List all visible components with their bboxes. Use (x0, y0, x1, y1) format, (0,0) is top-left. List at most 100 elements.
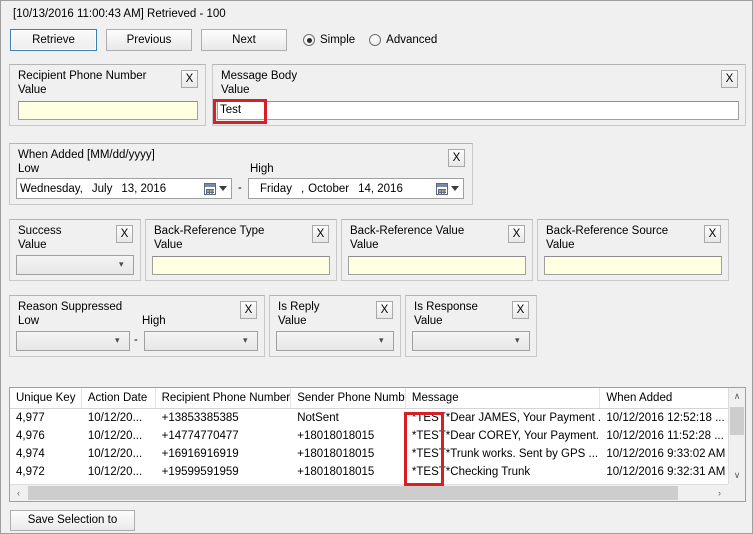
recipient-phone-input[interactable] (18, 101, 198, 120)
cell-sender-phone: +18018018015 (297, 430, 375, 442)
table-row[interactable]: 4,972 10/12/20... +19599591959 +18018018… (10, 463, 728, 481)
filter-reason-suppressed: Reason Suppressed Low High X ▾ - ▾ (9, 295, 265, 357)
clear-filter-button[interactable]: X (448, 149, 465, 167)
cell-unique-key: 4,974 (16, 448, 45, 460)
column-header-recipient-phone[interactable]: Recipient Phone Number (156, 388, 292, 408)
filter-sub-label: Value (350, 239, 379, 251)
cell-unique-key: 4,977 (16, 412, 45, 424)
radio-advanced[interactable]: Advanced (369, 34, 437, 46)
low-day-year: 13, 2016 (121, 182, 167, 195)
message-text: Trunk works. Sent by GPS ... (450, 448, 599, 460)
table-row[interactable]: 4,974 10/12/20... +16916916919 +18018018… (10, 445, 728, 463)
cell-when-added: 10/12/2016 11:52:28 ... (606, 430, 724, 442)
cell-action-date: 10/12/20... (87, 448, 143, 460)
cell-message: *TEST* Dear JAMES, Your Payment ... (406, 409, 600, 427)
chevron-down-icon: ▾ (119, 259, 124, 269)
filter-sub-label: Value (278, 315, 307, 327)
filter-sub-label: Value (546, 239, 575, 251)
success-dropdown[interactable]: ▾ (16, 255, 134, 275)
low-month: July (91, 182, 113, 195)
high-label: High (250, 163, 274, 175)
is-reply-dropdown[interactable]: ▾ (276, 331, 394, 351)
cell-when-added: 10/12/2016 9:33:02 AM (606, 448, 726, 460)
scroll-up-icon[interactable]: ∧ (729, 388, 745, 405)
save-selection-to-csv-button[interactable]: Save Selection to CSV (10, 510, 135, 531)
message-body-input[interactable]: Test (217, 101, 739, 120)
toolbar: Retrieve Previous Next Simple Advanced (10, 29, 451, 51)
chevron-down-icon: ▾ (379, 335, 384, 345)
back-reference-value-input[interactable] (348, 256, 526, 275)
radio-unselected-icon (369, 34, 382, 46)
reason-suppressed-high-dropdown[interactable]: ▾ (144, 331, 258, 351)
message-test-tag: *TEST* (411, 448, 451, 460)
clear-filter-button[interactable]: X (181, 70, 198, 88)
clear-filter-button[interactable]: X (508, 225, 525, 243)
message-text: Dear COREY, Your Payment.. (450, 430, 601, 442)
cell-action-date: 10/12/20... (87, 466, 143, 478)
datepicker-icons[interactable] (436, 182, 463, 195)
cell-recipient-phone: +19599591959 (161, 466, 239, 478)
clear-filter-button[interactable]: X (240, 301, 257, 319)
column-header-sender-phone[interactable]: Sender Phone Number (291, 388, 406, 408)
results-grid: Unique Key Action Date Recipient Phone N… (9, 387, 746, 502)
is-response-dropdown[interactable]: ▾ (412, 331, 530, 351)
filter-message-body: Message Body Value X Test (212, 64, 746, 126)
reason-suppressed-low-dropdown[interactable]: ▾ (16, 331, 130, 351)
retrieve-button[interactable]: Retrieve (10, 29, 97, 51)
scroll-down-icon[interactable]: ∨ (729, 467, 745, 484)
radio-advanced-label: Advanced (386, 34, 438, 46)
filter-title: Recipient Phone Number (18, 70, 147, 82)
scroll-right-icon[interactable]: › (711, 485, 728, 501)
chevron-down-icon: ▾ (115, 335, 120, 345)
vertical-scrollbar-thumb[interactable] (730, 407, 744, 435)
back-reference-source-input[interactable] (544, 256, 722, 275)
column-header-when-added[interactable]: When Added (600, 388, 728, 408)
horizontal-scrollbar-thumb[interactable] (28, 486, 678, 500)
cell-when-added: 10/12/2016 9:32:31 AM (606, 466, 726, 478)
previous-button[interactable]: Previous (106, 29, 192, 51)
message-text: Checking Trunk (450, 466, 531, 478)
table-row[interactable]: 4,977 10/12/20... +13853385385 NotSent *… (10, 409, 728, 427)
cell-message: *TEST* Checking Trunk (406, 463, 600, 481)
radio-simple-label: Simple (320, 34, 356, 46)
filter-sub-label: Value (18, 84, 47, 96)
status-text: [10/13/2016 11:00:43 AM] Retrieved - 100 (13, 8, 226, 20)
when-added-low-datepicker[interactable]: Wednesday, July 13, 2016 (16, 178, 232, 199)
message-test-tag: *TEST* (411, 430, 451, 442)
clear-filter-button[interactable]: X (721, 70, 738, 88)
next-button[interactable]: Next (201, 29, 287, 51)
clear-filter-button[interactable]: X (312, 225, 329, 243)
chevron-down-icon[interactable] (219, 186, 227, 191)
clear-filter-button[interactable]: X (512, 301, 529, 319)
cell-action-date: 10/12/20... (87, 430, 143, 442)
scroll-left-icon[interactable]: ‹ (10, 485, 27, 501)
radio-simple[interactable]: Simple (303, 34, 355, 46)
datepicker-icons[interactable] (204, 182, 231, 195)
filter-title: Message Body (221, 70, 298, 82)
high-weekday: Friday (260, 182, 292, 195)
filter-title: Reason Suppressed (18, 301, 123, 313)
filter-is-reply: Is Reply Value X ▾ (269, 295, 401, 357)
clear-filter-button[interactable]: X (116, 225, 133, 243)
column-header-action-date[interactable]: Action Date (82, 388, 156, 408)
grid-horizontal-scrollbar[interactable]: ‹ › (10, 484, 728, 501)
scrollbar-corner (728, 484, 745, 501)
filter-recipient-phone: Recipient Phone Number Value X (9, 64, 206, 126)
when-added-high-datepicker[interactable]: Friday , October 14, 2016 (248, 178, 464, 199)
low-label: Low (18, 163, 40, 175)
filter-is-response: Is Response Value X ▾ (405, 295, 537, 357)
chevron-down-icon[interactable] (451, 186, 459, 191)
filter-title: Back-Reference Type (154, 225, 265, 237)
clear-filter-button[interactable]: X (376, 301, 393, 319)
cell-message: *TEST* Trunk works. Sent by GPS ... (406, 445, 600, 463)
high-comma: , (300, 182, 305, 195)
table-row[interactable]: 4,976 10/12/20... +14774770477 +18018018… (10, 427, 728, 445)
clear-filter-button[interactable]: X (704, 225, 721, 243)
back-reference-type-input[interactable] (152, 256, 330, 275)
column-header-message[interactable]: Message (406, 388, 601, 408)
range-separator: - (134, 334, 138, 346)
filter-title: Success (18, 225, 62, 237)
column-header-unique-key[interactable]: Unique Key (10, 388, 82, 408)
low-label: Low (18, 315, 40, 327)
grid-header-row: Unique Key Action Date Recipient Phone N… (10, 388, 728, 409)
